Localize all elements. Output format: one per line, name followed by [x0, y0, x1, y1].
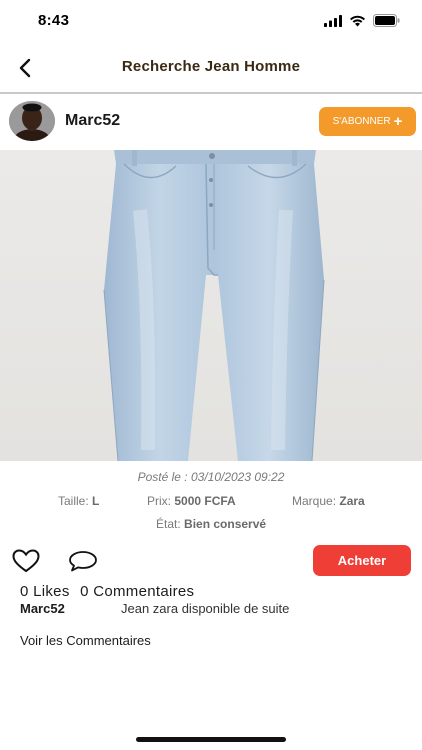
battery-icon	[373, 14, 400, 32]
size-attribute: Taille: L	[58, 494, 99, 508]
wifi-icon	[349, 14, 366, 32]
likes-count[interactable]: 0 Likes	[20, 583, 70, 600]
posted-prefix: Posté le :	[137, 470, 188, 484]
state-value: Bien conservé	[184, 517, 267, 531]
price-attribute: Prix: 5000 FCFA	[147, 494, 236, 508]
page-title: Recherche Jean Homme	[121, 58, 301, 75]
post-stats: 0 Likes 0 Commentaires	[20, 583, 200, 600]
speech-bubble-icon	[69, 551, 97, 572]
nav-divider	[0, 92, 422, 94]
comments-count[interactable]: 0 Commentaires	[80, 583, 194, 600]
buy-button[interactable]: Acheter	[313, 545, 411, 576]
brand-attribute: Marque: Zara	[292, 494, 365, 508]
caption-text: Jean zara disponible de suite	[121, 601, 290, 616]
author-row: Marc52 S'ABONNER +	[0, 98, 422, 146]
author-username[interactable]: Marc52	[65, 112, 120, 130]
status-bar: 8:43	[0, 0, 422, 44]
avatar[interactable]	[9, 101, 55, 141]
brand-value: Zara	[339, 494, 365, 508]
subscribe-label: S'ABONNER	[332, 116, 391, 127]
heart-icon	[12, 549, 40, 573]
posted-date: Posté le : 03/10/2023 09:22	[0, 470, 422, 484]
plus-icon: +	[393, 113, 403, 130]
state-attribute: État: Bien conservé	[156, 517, 266, 531]
caption-username[interactable]: Marc52	[20, 601, 65, 616]
subscribe-button[interactable]: S'ABONNER +	[319, 107, 416, 136]
comment-button[interactable]	[68, 549, 98, 573]
size-value: L	[92, 494, 100, 508]
see-comments-link[interactable]: Voir les Commentaires	[20, 633, 151, 648]
signal-icon	[324, 14, 342, 32]
posted-value: 03/10/2023 09:22	[190, 470, 285, 484]
status-time: 8:43	[38, 12, 70, 29]
size-label: Taille:	[58, 494, 89, 508]
price-label: Prix:	[147, 494, 171, 508]
like-button[interactable]	[12, 548, 40, 574]
price-value: 5000 FCFA	[174, 494, 236, 508]
product-image[interactable]	[0, 150, 422, 461]
state-label: État:	[156, 517, 181, 531]
nav-bar: Recherche Jean Homme	[0, 48, 422, 90]
brand-label: Marque:	[292, 494, 337, 508]
home-indicator[interactable]	[136, 737, 286, 742]
action-row: Acheter	[0, 545, 422, 579]
status-icons	[324, 14, 400, 32]
